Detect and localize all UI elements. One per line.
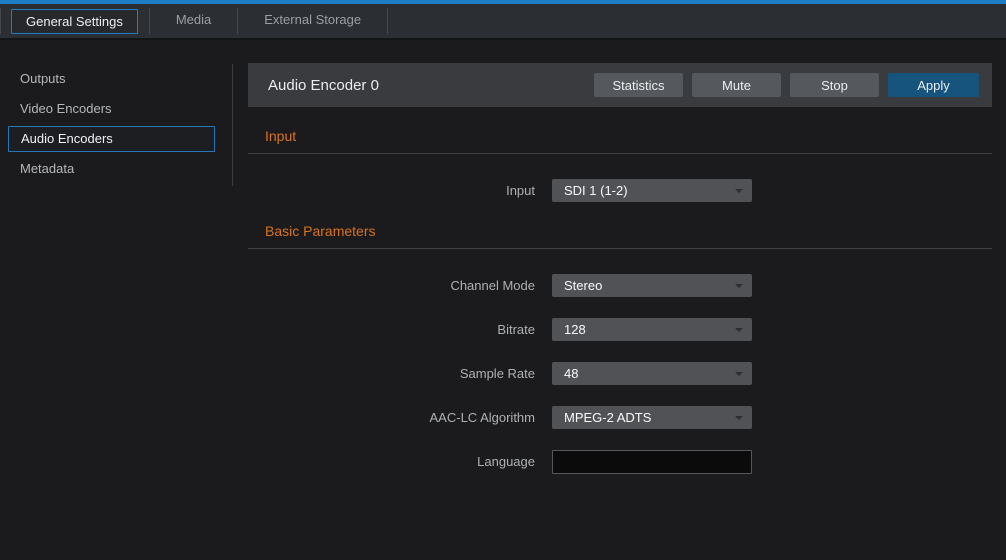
tab-separator — [387, 8, 388, 34]
page-title: Audio Encoder 0 — [268, 77, 594, 94]
aac-lc-algorithm-label: AAC-LC Algorithm — [248, 410, 535, 425]
bitrate-select[interactable]: 128 — [552, 318, 752, 341]
app-window: General Settings Media External Storage … — [0, 0, 1006, 560]
language-input[interactable] — [552, 450, 752, 474]
input-select-value: SDI 1 (1-2) — [564, 183, 628, 198]
mute-button[interactable]: Mute — [692, 73, 781, 97]
statistics-button[interactable]: Statistics — [594, 73, 683, 97]
chevron-down-icon — [735, 372, 743, 376]
stop-button[interactable]: Stop — [790, 73, 879, 97]
channel-mode-select-value: Stereo — [564, 278, 602, 293]
encoder-header-bar: Audio Encoder 0 Statistics Mute Stop App… — [248, 63, 992, 107]
sidebar-item-metadata[interactable]: Metadata — [0, 154, 248, 184]
sidebar-item-video-encoders[interactable]: Video Encoders — [0, 94, 248, 124]
channel-mode-select[interactable]: Stereo — [552, 274, 752, 297]
language-row: Language — [248, 450, 992, 473]
input-select[interactable]: SDI 1 (1-2) — [552, 179, 752, 202]
sidebar-item-audio-encoders[interactable]: Audio Encoders — [8, 126, 215, 152]
section-heading-basic-parameters: Basic Parameters — [248, 214, 992, 249]
section-heading-input: Input — [248, 119, 992, 154]
chevron-down-icon — [735, 416, 743, 420]
tab-bar: General Settings Media External Storage — [0, 4, 1006, 40]
input-label: Input — [248, 183, 535, 198]
aac-lc-algorithm-select-value: MPEG-2 ADTS — [564, 410, 651, 425]
bitrate-label: Bitrate — [248, 322, 535, 337]
basic-parameters-section: Basic Parameters Channel Mode Stereo Bit… — [248, 214, 992, 473]
input-row: Input SDI 1 (1-2) — [248, 179, 992, 202]
sample-rate-select-value: 48 — [564, 366, 578, 381]
sample-rate-row: Sample Rate 48 — [248, 362, 992, 385]
input-section: Input Input SDI 1 (1-2) — [248, 119, 992, 202]
bitrate-row: Bitrate 128 — [248, 318, 992, 341]
tab-media[interactable]: Media — [150, 3, 237, 39]
sample-rate-select[interactable]: 48 — [552, 362, 752, 385]
main-panel: Audio Encoder 0 Statistics Mute Stop App… — [248, 40, 1006, 558]
tab-general-settings[interactable]: General Settings — [11, 9, 138, 34]
tab-separator — [0, 8, 1, 34]
sidebar-divider — [232, 64, 233, 186]
bitrate-select-value: 128 — [564, 322, 586, 337]
sample-rate-label: Sample Rate — [248, 366, 535, 381]
channel-mode-row: Channel Mode Stereo — [248, 274, 992, 297]
header-button-group: Statistics Mute Stop Apply — [594, 73, 979, 97]
content-area: Outputs Video Encoders Audio Encoders Me… — [0, 40, 1006, 558]
sidebar: Outputs Video Encoders Audio Encoders Me… — [0, 40, 248, 558]
channel-mode-label: Channel Mode — [248, 278, 535, 293]
aac-lc-algorithm-row: AAC-LC Algorithm MPEG-2 ADTS — [248, 406, 992, 429]
chevron-down-icon — [735, 328, 743, 332]
chevron-down-icon — [735, 189, 743, 193]
sidebar-item-outputs[interactable]: Outputs — [0, 64, 248, 94]
chevron-down-icon — [735, 284, 743, 288]
apply-button[interactable]: Apply — [888, 73, 979, 97]
tab-external-storage[interactable]: External Storage — [238, 3, 387, 39]
language-label: Language — [248, 454, 535, 469]
aac-lc-algorithm-select[interactable]: MPEG-2 ADTS — [552, 406, 752, 429]
